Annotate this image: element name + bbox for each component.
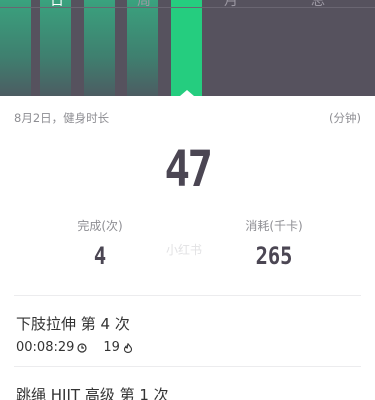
completed-stat: 完成(次) 4 bbox=[40, 217, 160, 270]
tab-total[interactable]: 总 bbox=[298, 0, 338, 10]
activity-bar-chart bbox=[0, 0, 375, 96]
chart-bar[interactable] bbox=[127, 0, 158, 96]
clock-icon bbox=[77, 342, 87, 353]
workout-calories: 19 bbox=[103, 340, 120, 355]
workout-item[interactable]: 跳绳 HIIT 高级 第 1 次 bbox=[16, 384, 361, 400]
date-line: 8月2日，健身时长 (分钟) bbox=[14, 110, 361, 126]
chart-bar[interactable] bbox=[84, 0, 115, 96]
workout-item[interactable]: 下肢拉伸 第 4 次 00:08:29 19 bbox=[16, 313, 361, 355]
workout-title: 跳绳 HIIT 高级 第 1 次 bbox=[16, 386, 169, 400]
divider bbox=[14, 366, 361, 367]
calories-label: 消耗(千卡) bbox=[245, 219, 303, 233]
calories-stat: 消耗(千卡) 265 bbox=[214, 217, 334, 270]
tab-day[interactable]: 日 bbox=[37, 0, 77, 10]
duration-value: 47 bbox=[164, 140, 213, 198]
watermark: 小红书 bbox=[166, 243, 203, 257]
tabs-divider bbox=[0, 7, 375, 8]
completed-value: 4 bbox=[93, 242, 107, 270]
divider bbox=[14, 295, 361, 296]
tab-month[interactable]: 月 bbox=[211, 0, 251, 10]
workout-duration: 00:08:29 bbox=[16, 340, 75, 355]
tab-week[interactable]: 周 bbox=[124, 0, 164, 10]
flame-icon bbox=[123, 342, 132, 353]
chart-bar[interactable] bbox=[0, 0, 31, 96]
selected-pointer-icon bbox=[180, 90, 194, 96]
period-tabs: 日 周 月 总 bbox=[0, 0, 375, 14]
completed-label: 完成(次) bbox=[77, 219, 123, 233]
date-label: 8月2日，健身时长 bbox=[14, 111, 110, 125]
chart-bar[interactable] bbox=[40, 0, 71, 96]
calories-value: 265 bbox=[255, 242, 293, 270]
workout-title: 下肢拉伸 第 4 次 bbox=[16, 315, 130, 333]
chart-bar-selected[interactable] bbox=[171, 0, 202, 96]
activity-chart-panel: 日 周 月 总 bbox=[0, 0, 375, 96]
workout-meta: 00:08:29 19 bbox=[16, 340, 361, 355]
unit-label: (分钟) bbox=[329, 111, 361, 125]
